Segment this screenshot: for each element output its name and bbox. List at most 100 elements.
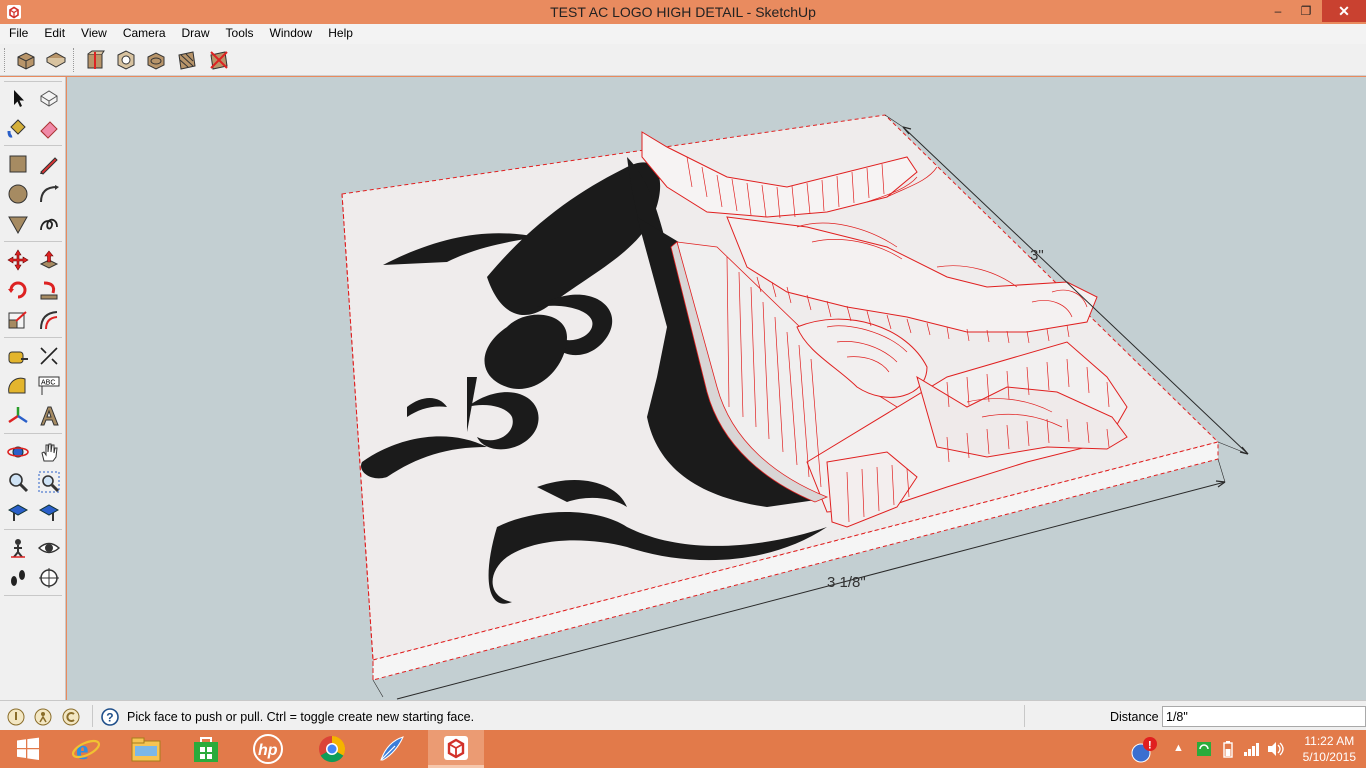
internet-explorer-icon: e (71, 735, 101, 764)
taskbar-hp[interactable]: hp (240, 730, 296, 768)
sketchup-taskbar-icon (444, 735, 468, 760)
dimension-icon[interactable] (36, 343, 62, 369)
rectangle-icon[interactable] (5, 151, 31, 177)
toolbar-separator (4, 433, 62, 434)
select-arrow-icon[interactable] (5, 85, 31, 111)
offset-icon[interactable] (36, 307, 62, 333)
paint-bucket-icon[interactable] (5, 115, 31, 141)
zoom-icon[interactable] (5, 469, 31, 495)
move-icon[interactable] (5, 247, 31, 273)
eraser-icon[interactable] (36, 115, 62, 141)
toolbar-separator (4, 337, 62, 338)
chrome-icon (319, 735, 346, 763)
feather-app-icon (380, 736, 404, 761)
pencil-line-icon[interactable] (36, 151, 62, 177)
show-hidden-icons-button[interactable]: ▲ (1173, 742, 1184, 754)
polygon-icon[interactable] (5, 211, 31, 237)
clock-date: 5/10/2015 (1302, 750, 1356, 764)
sync-icon[interactable] (1196, 741, 1212, 757)
system-clock[interactable]: 11:22 AM 5/10/2015 (1303, 733, 1356, 765)
toolbar-separator (4, 145, 62, 146)
previous-view-icon[interactable] (5, 499, 31, 525)
battery-icon[interactable] (1222, 740, 1234, 758)
measurements-input[interactable] (1162, 706, 1366, 727)
tape-measure-icon[interactable] (5, 343, 31, 369)
windows-taskbar: e hp ! ▲ 11:22 AM 5/10/2015 (0, 730, 1366, 768)
menu-draw[interactable]: Draw (173, 24, 217, 44)
menu-file[interactable]: File (0, 24, 35, 44)
taskbar-internet-explorer[interactable]: e (58, 730, 114, 768)
menu-edit[interactable]: Edit (35, 24, 72, 44)
status-bar: ? Pick face to push or pull. Ctrl = togg… (0, 700, 1366, 730)
section-fill-icon[interactable] (206, 48, 232, 72)
tools-toolbar: ABC (0, 77, 66, 700)
geo-location-icon[interactable] (6, 707, 26, 727)
section-plane-icon[interactable] (36, 565, 62, 591)
rotate-icon[interactable] (5, 277, 31, 303)
status-divider (1024, 705, 1025, 727)
right-view-icon[interactable] (113, 48, 139, 72)
taskbar-store[interactable] (178, 730, 234, 768)
wifi-signal-icon[interactable] (1243, 741, 1261, 757)
back-view-icon[interactable] (143, 48, 169, 72)
zoom-extents-icon[interactable] (36, 499, 62, 525)
walk-icon[interactable] (5, 565, 31, 591)
sketchup-window: TEST AC LOGO HIGH DETAIL - SketchUp – ❐ … (0, 0, 1366, 768)
follow-me-icon[interactable] (36, 277, 62, 303)
text-label-icon[interactable]: ABC (36, 373, 62, 399)
iso-view-icon[interactable] (13, 48, 39, 72)
menu-window[interactable]: Window (261, 24, 320, 44)
volume-icon[interactable] (1267, 741, 1285, 757)
svg-text:!: ! (1148, 740, 1152, 752)
depth-dimension-label[interactable]: 3" (1030, 247, 1044, 264)
arc-icon[interactable] (36, 181, 62, 207)
model-canvas[interactable] (67, 77, 1366, 700)
taskbar-sketchup[interactable] (428, 730, 484, 768)
3d-text-icon[interactable] (36, 403, 62, 429)
windows-logo-icon (17, 737, 39, 760)
protractor-icon[interactable] (5, 373, 31, 399)
taskbar-feather-app[interactable] (364, 730, 420, 768)
top-view-icon[interactable] (43, 48, 69, 72)
push-pull-icon[interactable] (36, 247, 62, 273)
hp-logo-icon: hp (253, 734, 283, 764)
help-icon[interactable]: ? (100, 707, 120, 727)
pan-hand-icon[interactable] (36, 439, 62, 465)
menu-tools[interactable]: Tools (217, 24, 261, 44)
maximize-button[interactable]: ❐ (1292, 0, 1320, 22)
orbit-icon[interactable] (5, 439, 31, 465)
menu-view[interactable]: View (72, 24, 114, 44)
start-button[interactable] (0, 730, 56, 768)
title-bar[interactable]: TEST AC LOGO HIGH DETAIL - SketchUp – ❐ … (0, 0, 1366, 24)
toolbar-grip[interactable] (4, 48, 7, 72)
file-explorer-icon (131, 737, 161, 762)
toolbar-separator (4, 595, 62, 596)
svg-text:?: ? (106, 711, 113, 725)
axes-icon[interactable] (5, 403, 31, 429)
svg-text:ABC: ABC (41, 380, 55, 387)
taskbar-file-explorer[interactable] (118, 730, 174, 768)
look-around-icon[interactable] (36, 535, 62, 561)
scale-icon[interactable] (5, 307, 31, 333)
left-view-icon[interactable] (174, 48, 200, 72)
drawing-viewport[interactable]: 3" 3 1/8" (67, 77, 1366, 700)
credits-icon[interactable] (33, 707, 53, 727)
status-message: Pick face to push or pull. Ctrl = toggle… (127, 710, 475, 724)
circle-icon[interactable] (5, 181, 31, 207)
toolbar-grip[interactable] (73, 48, 76, 72)
menu-camera[interactable]: Camera (114, 24, 173, 44)
store-icon (194, 737, 218, 762)
component-icon[interactable] (36, 85, 62, 111)
security-alert-icon[interactable]: ! (1128, 736, 1158, 764)
minimize-button[interactable]: – (1264, 0, 1292, 22)
width-dimension-label[interactable]: 3 1/8" (827, 574, 866, 591)
close-button[interactable]: ✕ (1322, 0, 1366, 22)
position-camera-icon[interactable] (5, 535, 31, 561)
user-account-icon[interactable] (61, 707, 81, 727)
menu-help[interactable]: Help (319, 24, 360, 44)
clock-time: 11:22 AM (1304, 734, 1355, 748)
front-view-icon[interactable] (82, 48, 108, 72)
taskbar-chrome[interactable] (304, 730, 360, 768)
zoom-window-icon[interactable] (36, 469, 62, 495)
freehand-icon[interactable] (36, 211, 62, 237)
